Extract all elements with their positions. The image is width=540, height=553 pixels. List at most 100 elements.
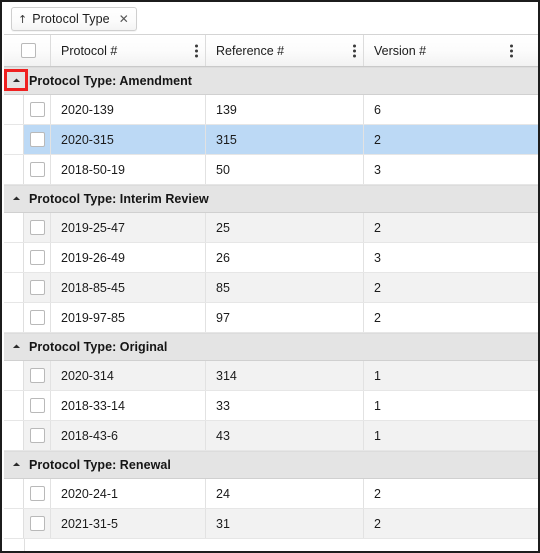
table-row[interactable]: 2018-50-19 50 3: [4, 155, 538, 185]
row-checkbox[interactable]: [29, 220, 45, 235]
row-checkbox[interactable]: [29, 398, 45, 413]
column-header-version[interactable]: Version #: [364, 35, 520, 66]
row-gutter: [4, 421, 24, 450]
row-select-cell: [24, 509, 51, 538]
row-gutter: [4, 243, 24, 272]
group-header-row[interactable]: Protocol Type: Amendment: [4, 67, 538, 95]
cell-version: 1: [374, 428, 381, 443]
kebab-icon[interactable]: [510, 44, 513, 57]
grid-body[interactable]: Protocol Type: Amendment 2020-139 139 6 2020…: [4, 67, 538, 551]
row-select-cell: [24, 125, 51, 154]
cell-reference: 315: [206, 125, 364, 154]
row-select-cell: [24, 273, 51, 302]
column-header-reference[interactable]: Reference #: [206, 35, 364, 66]
table-row[interactable]: 2019-97-85 97 2: [4, 303, 538, 333]
group-header-label: Protocol Type: Original: [29, 340, 168, 354]
group-header-label: Protocol Type: Renewal: [29, 458, 171, 472]
row-gutter: [4, 155, 24, 184]
data-grid: Protocol # Reference # Version # Protoco…: [4, 35, 538, 551]
sort-ascending-icon: ↑: [18, 12, 28, 26]
cell-version: 2: [374, 280, 381, 295]
group-header-label: Protocol Type: Interim Review: [29, 192, 209, 206]
row-checkbox[interactable]: [29, 310, 45, 325]
table-row[interactable]: 2019-25-47 25 2: [4, 213, 538, 243]
row-checkbox[interactable]: [29, 132, 45, 147]
row-select-cell: [24, 155, 51, 184]
cell-protocol: 2020-139: [51, 95, 206, 124]
row-select-cell: [24, 361, 51, 390]
row-gutter: [4, 125, 24, 154]
row-gutter: [4, 479, 24, 508]
group-by-chip-label: Protocol Type: [32, 12, 110, 26]
table-row[interactable]: 2018-43-6 43 1: [4, 421, 538, 451]
row-gutter: [4, 361, 24, 390]
table-row[interactable]: 2020-139 139 6: [4, 95, 538, 125]
row-checkbox[interactable]: [29, 486, 45, 501]
cell-version: 2: [374, 220, 381, 235]
table-row[interactable]: 2020-24-1 24 2: [4, 479, 538, 509]
cell-reference: 26: [206, 243, 364, 272]
cell-protocol: 2018-50-19: [51, 155, 206, 184]
collapse-triangle-icon[interactable]: [10, 342, 21, 353]
cell-reference: 85: [206, 273, 364, 302]
collapse-triangle-icon[interactable]: [10, 194, 21, 205]
column-header-label: Protocol #: [61, 43, 118, 58]
cell-version: 6: [374, 102, 381, 117]
cell-version: 1: [374, 368, 381, 383]
table-row[interactable]: 2021-31-5 31 2: [4, 509, 538, 539]
group-header-row[interactable]: Protocol Type: Original: [4, 333, 538, 361]
cell-version: 3: [374, 250, 381, 265]
row-select-cell: [24, 213, 51, 242]
close-icon[interactable]: ✕: [119, 13, 129, 25]
row-select-cell: [24, 421, 51, 450]
row-gutter: [4, 391, 24, 420]
kebab-icon[interactable]: [195, 44, 198, 57]
cell-reference: 24: [206, 479, 364, 508]
table-row[interactable]: 2019-26-49 26 3: [4, 243, 538, 273]
row-gutter: [4, 303, 24, 332]
cell-protocol: 2019-97-85: [51, 303, 206, 332]
table-row[interactable]: 2020-315 315 2: [4, 125, 538, 155]
row-select-cell: [24, 479, 51, 508]
select-all-header-cell: [4, 35, 51, 66]
cell-reference: 31: [206, 509, 364, 538]
select-all-checkbox[interactable]: [20, 43, 36, 58]
cell-protocol: 2021-31-5: [51, 509, 206, 538]
cell-version: 1: [374, 398, 381, 413]
kebab-icon[interactable]: [353, 44, 356, 57]
collapse-triangle-icon[interactable]: [10, 460, 21, 471]
table-row[interactable]: 2020-314 314 1: [4, 361, 538, 391]
group-header-row[interactable]: Protocol Type: Renewal: [4, 451, 538, 479]
grid-window: ↑ Protocol Type ✕ Protocol # Reference #…: [0, 0, 540, 553]
row-checkbox[interactable]: [29, 162, 45, 177]
row-select-cell: [24, 303, 51, 332]
cell-protocol: 2018-33-14: [51, 391, 206, 420]
collapse-triangle-icon[interactable]: [10, 76, 21, 87]
cell-protocol: 2020-315: [51, 125, 206, 154]
table-row[interactable]: 2018-33-14 33 1: [4, 391, 538, 421]
cell-protocol: 2020-314: [51, 361, 206, 390]
cell-protocol: 2019-26-49: [51, 243, 206, 272]
column-header-label: Version #: [374, 43, 427, 58]
row-gutter: [4, 273, 24, 302]
cell-version: 2: [374, 310, 381, 325]
row-checkbox[interactable]: [29, 250, 45, 265]
row-checkbox[interactable]: [29, 428, 45, 443]
row-checkbox[interactable]: [29, 280, 45, 295]
group-by-chip-protocol-type[interactable]: ↑ Protocol Type ✕: [11, 7, 137, 31]
row-checkbox[interactable]: [29, 102, 45, 117]
cell-reference: 33: [206, 391, 364, 420]
column-header-protocol[interactable]: Protocol #: [51, 35, 206, 66]
table-row[interactable]: 2018-85-45 85 2: [4, 273, 538, 303]
cell-protocol: 2018-85-45: [51, 273, 206, 302]
cell-version: 3: [374, 162, 381, 177]
row-select-cell: [24, 243, 51, 272]
cell-version: 2: [374, 516, 381, 531]
cell-reference: 25: [206, 213, 364, 242]
row-select-cell: [24, 95, 51, 124]
group-header-row[interactable]: Protocol Type: Interim Review: [4, 185, 538, 213]
cell-version: 2: [374, 132, 381, 147]
row-checkbox[interactable]: [29, 368, 45, 383]
cell-reference: 97: [206, 303, 364, 332]
row-checkbox[interactable]: [29, 516, 45, 531]
